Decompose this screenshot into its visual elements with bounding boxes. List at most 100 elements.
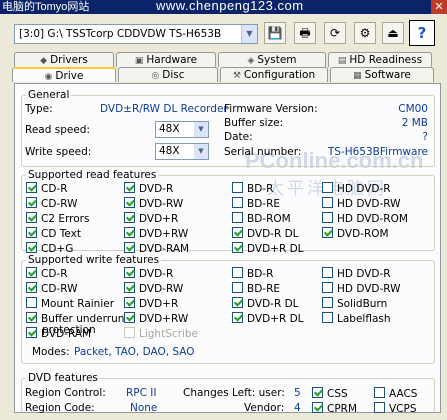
tab-configuration[interactable]: ⚒ Configuration xyxy=(220,67,328,82)
checkbox-empty-icon[interactable] xyxy=(232,282,243,293)
save-icon[interactable]: 💾 xyxy=(264,22,286,44)
refresh-icon[interactable]: ⟳ xyxy=(324,22,346,44)
feature-checkbox[interactable]: BD-ROM xyxy=(232,212,291,225)
feature-checkbox[interactable]: CD-R xyxy=(26,182,68,195)
drive-select[interactable]: [3:0] G:\ TSSTcorp CDDVDW TS-H653B ▼ xyxy=(14,24,258,44)
feature-checkbox[interactable]: DVD-R DL xyxy=(232,227,299,240)
check-icon[interactable] xyxy=(26,242,37,253)
cprm-checkbox[interactable]: CPRM xyxy=(312,402,357,415)
check-icon[interactable] xyxy=(26,212,37,223)
check-icon[interactable] xyxy=(124,267,135,278)
check-icon[interactable] xyxy=(232,312,243,323)
feature-checkbox[interactable]: CD-R xyxy=(26,267,68,280)
check-icon[interactable] xyxy=(26,227,37,238)
feature-checkbox[interactable]: DVD+R DL xyxy=(232,312,304,325)
feature-checkbox[interactable]: HD DVD-ROM xyxy=(322,212,408,225)
feature-checkbox[interactable]: CD-RW xyxy=(26,282,77,295)
feature-checkbox[interactable]: DVD-R xyxy=(124,267,173,280)
check-icon[interactable] xyxy=(232,297,243,308)
check-icon[interactable] xyxy=(232,227,243,238)
tab-system[interactable]: ◈ System xyxy=(218,52,326,67)
feature-checkbox[interactable]: SolidBurn xyxy=(322,297,387,310)
feature-checkbox[interactable]: DVD-R xyxy=(124,182,173,195)
check-icon[interactable] xyxy=(26,267,37,278)
check-icon[interactable] xyxy=(26,312,37,323)
checkbox-empty-icon[interactable] xyxy=(232,212,243,223)
feature-checkbox[interactable]: LightScribe xyxy=(124,327,198,340)
check-icon[interactable] xyxy=(124,312,135,323)
check-icon[interactable] xyxy=(26,327,37,338)
checkbox-empty-icon[interactable] xyxy=(232,182,243,193)
check-icon[interactable] xyxy=(312,387,323,398)
feature-checkbox[interactable]: HD DVD-R xyxy=(322,182,391,195)
checkbox-empty-icon[interactable] xyxy=(26,297,37,308)
check-icon[interactable] xyxy=(26,197,37,208)
feature-checkbox[interactable]: HD DVD-RW xyxy=(322,197,401,210)
feature-checkbox[interactable]: DVD-R DL xyxy=(232,297,299,310)
feature-checkbox[interactable]: BD-RE xyxy=(232,197,280,210)
exit-icon[interactable]: ⏏ xyxy=(382,22,404,44)
feature-checkbox[interactable]: HD DVD-R xyxy=(322,267,391,280)
feature-checkbox[interactable]: DVD-RW xyxy=(124,282,183,295)
close-icon[interactable]: ✕ xyxy=(431,0,447,14)
chevron-down-icon[interactable]: ▼ xyxy=(241,25,257,43)
check-icon[interactable] xyxy=(124,182,135,193)
checkbox-empty-icon[interactable] xyxy=(322,312,333,323)
aacs-checkbox[interactable]: AACS xyxy=(374,387,417,400)
check-icon[interactable] xyxy=(26,282,37,293)
tab-drivers[interactable]: ◆ Drivers xyxy=(14,52,114,67)
checkbox-empty-icon[interactable] xyxy=(322,197,333,208)
check-icon[interactable] xyxy=(26,182,37,193)
checkbox-empty-icon[interactable] xyxy=(374,402,385,413)
feature-checkbox[interactable]: DVD-ROM xyxy=(322,227,389,240)
feature-checkbox[interactable]: DVD+RW xyxy=(124,312,188,325)
tools-icon[interactable]: ⚙ xyxy=(354,22,376,44)
read-speed-select[interactable]: 48X ▼ xyxy=(155,121,209,138)
check-icon[interactable] xyxy=(232,242,243,253)
feature-checkbox[interactable]: DVD-RW xyxy=(124,197,183,210)
check-icon[interactable] xyxy=(124,227,135,238)
feature-checkbox[interactable]: Labelflash xyxy=(322,312,391,325)
check-icon[interactable] xyxy=(124,242,135,253)
checkbox-empty-icon[interactable] xyxy=(232,267,243,278)
feature-checkbox[interactable]: DVD+RW xyxy=(124,227,188,240)
checkbox-empty-icon[interactable] xyxy=(322,282,333,293)
write-speed-select[interactable]: 48X ▼ xyxy=(155,143,209,160)
tab-software[interactable]: ▦ Software xyxy=(330,67,434,82)
feature-checkbox[interactable]: BD-R xyxy=(232,267,273,280)
check-icon[interactable] xyxy=(124,197,135,208)
vcps-checkbox[interactable]: VCPS xyxy=(374,402,417,415)
tab-disc[interactable]: ◎ Disc xyxy=(118,67,218,82)
feature-checkbox[interactable]: CD Text xyxy=(26,227,81,240)
chevron-down-icon[interactable]: ▼ xyxy=(194,122,208,137)
tab-hd-readiness[interactable]: ▤ HD Readiness xyxy=(328,52,432,67)
feature-checkbox[interactable]: HD DVD-RW xyxy=(322,282,401,295)
checkbox-empty-icon[interactable] xyxy=(124,327,135,338)
feature-checkbox[interactable]: DVD+R DL xyxy=(232,242,304,255)
tab-hardware[interactable]: ▣ Hardware xyxy=(116,52,216,67)
feature-checkbox[interactable]: Buffer underrun protection xyxy=(26,312,124,336)
checkbox-empty-icon[interactable] xyxy=(322,182,333,193)
feature-checkbox[interactable]: CD-RW xyxy=(26,197,77,210)
checkbox-empty-icon[interactable] xyxy=(374,387,385,398)
print-icon[interactable]: 🖶 xyxy=(294,22,316,44)
check-icon[interactable] xyxy=(124,297,135,308)
check-icon[interactable] xyxy=(312,402,323,413)
feature-checkbox[interactable]: DVD-RAM xyxy=(26,327,91,340)
chevron-down-icon[interactable]: ▼ xyxy=(194,144,208,159)
checkbox-empty-icon[interactable] xyxy=(322,267,333,278)
checkbox-empty-icon[interactable] xyxy=(322,297,333,308)
feature-checkbox[interactable]: BD-R xyxy=(232,182,273,195)
check-icon[interactable] xyxy=(124,212,135,223)
checkbox-empty-icon[interactable] xyxy=(322,212,333,223)
feature-checkbox[interactable]: DVD+R xyxy=(124,297,178,310)
feature-checkbox[interactable]: C2 Errors xyxy=(26,212,89,225)
css-checkbox[interactable]: CSS xyxy=(312,387,348,400)
feature-checkbox[interactable]: BD-RE xyxy=(232,282,280,295)
check-icon[interactable] xyxy=(124,282,135,293)
feature-checkbox[interactable]: DVD+R xyxy=(124,212,178,225)
feature-checkbox[interactable]: Mount Rainier xyxy=(26,297,114,310)
checkbox-empty-icon[interactable] xyxy=(232,197,243,208)
tab-drive[interactable]: ◉ Drive xyxy=(12,67,116,82)
check-icon[interactable] xyxy=(322,227,333,238)
